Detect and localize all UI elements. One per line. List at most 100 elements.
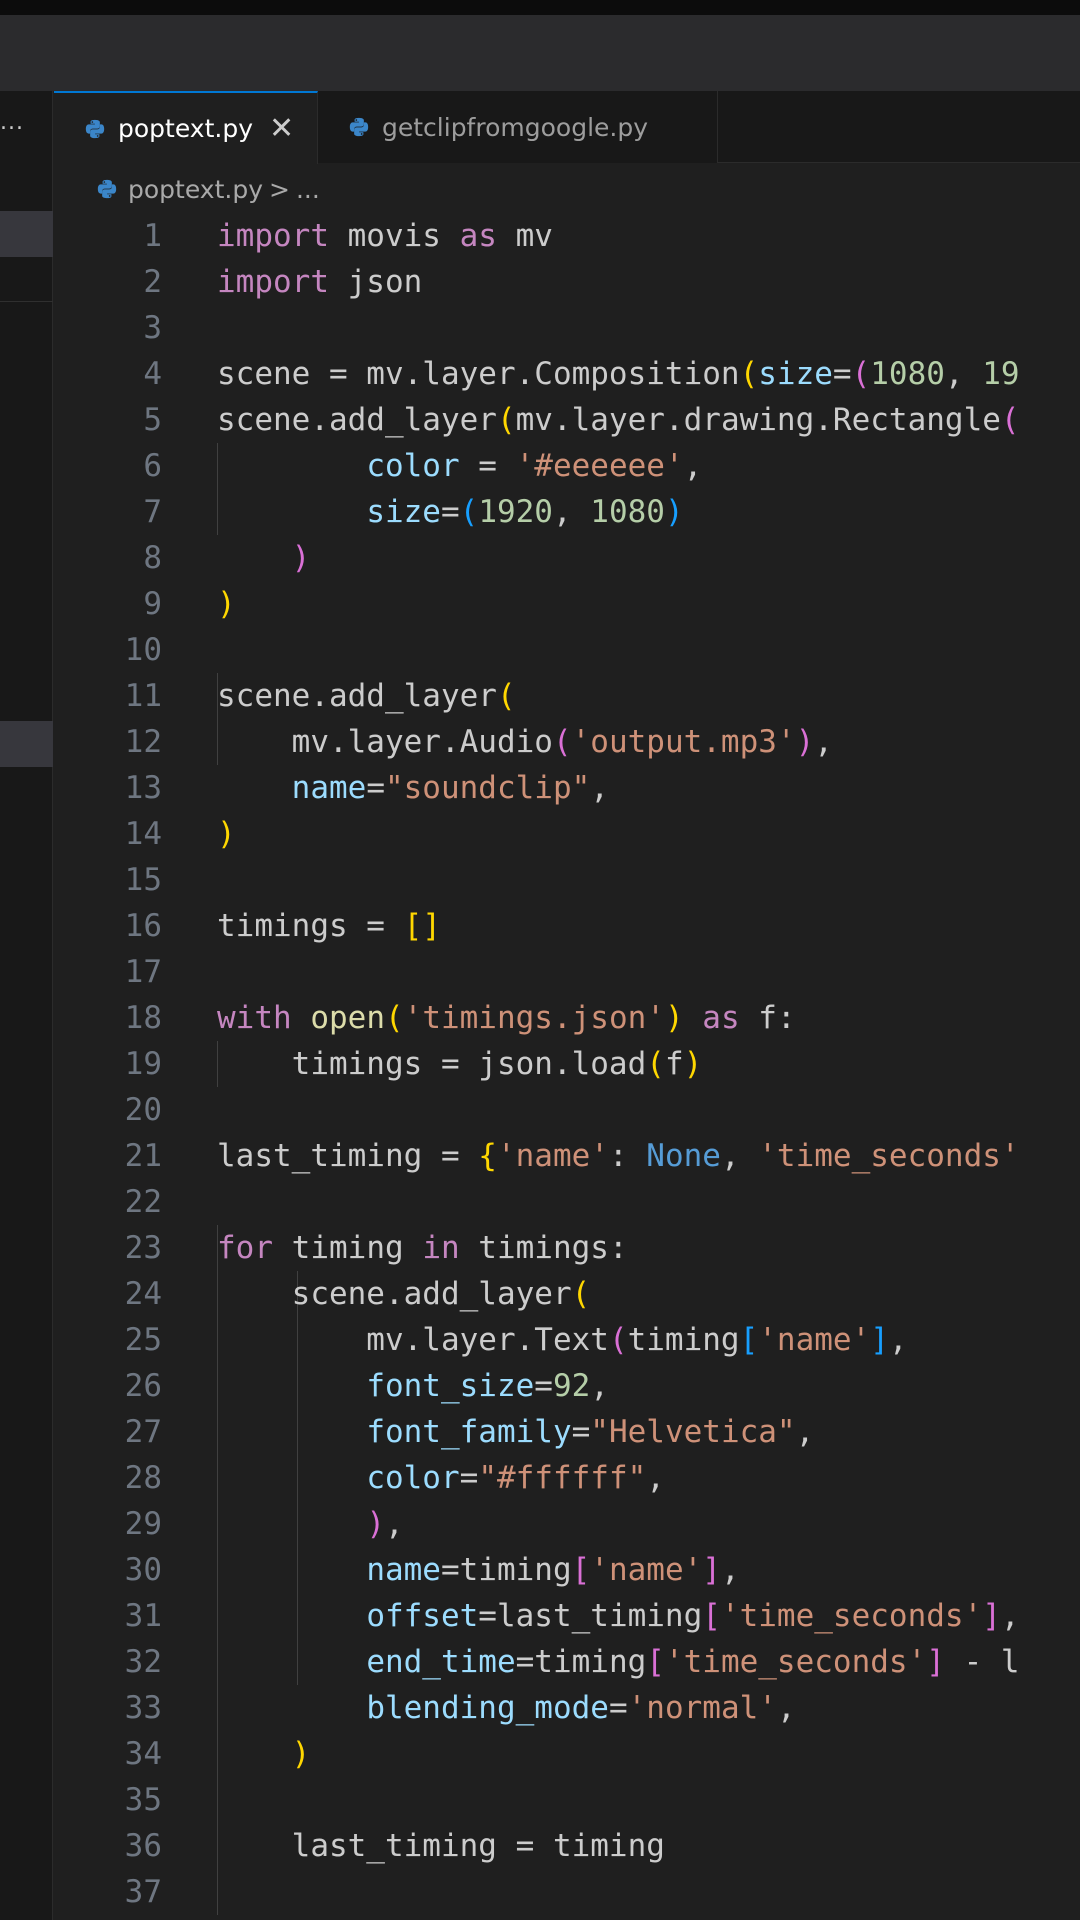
close-icon[interactable]: ✕ xyxy=(269,113,294,144)
code-line[interactable]: 18 with open('timings.json') as f: xyxy=(54,995,1080,1041)
code-text: mv.layer.Audio('output.mp3'), xyxy=(217,719,833,765)
code-token: ) xyxy=(664,494,684,530)
title-bar xyxy=(0,15,1080,91)
code-line[interactable]: 3 xyxy=(54,305,1080,351)
code-token: ( xyxy=(739,356,759,392)
code-token: ) xyxy=(217,816,236,852)
code-token: import xyxy=(217,218,329,254)
line-number: 16 xyxy=(124,908,162,944)
code-line[interactable]: 32 end_time=timing['time_seconds'] - l xyxy=(54,1639,1080,1685)
code-line[interactable]: 34 ) xyxy=(54,1731,1080,1777)
code-line[interactable]: 27 font_family="Helvetica", xyxy=(54,1409,1080,1455)
code-line[interactable]: 33 blending_mode='normal', xyxy=(54,1685,1080,1731)
code-line[interactable]: 36 last_timing = timing xyxy=(54,1823,1080,1869)
line-number: 15 xyxy=(124,862,162,898)
code-token: open xyxy=(310,1000,385,1036)
code-editor[interactable]: 1 import movis as mv 2 import json 3 4 scene =… xyxy=(54,213,1080,1920)
code-line[interactable]: 6 color = '#eeeeee', xyxy=(54,443,1080,489)
editor-tab-bar: poptext.py ✕ getclipfromgoogle.py xyxy=(54,91,1080,164)
code-line[interactable]: 15 xyxy=(54,857,1080,903)
code-token: font_family xyxy=(366,1414,572,1450)
code-line[interactable]: 4 scene = mv.layer.Composition(size=(1080… xyxy=(54,351,1080,397)
code-line[interactable]: 13 name="soundclip", xyxy=(54,765,1080,811)
code-line[interactable]: 29 ), xyxy=(54,1501,1080,1547)
code-line[interactable]: 16 timings = [] xyxy=(54,903,1080,949)
code-token: color xyxy=(366,448,460,484)
code-line[interactable]: 25 mv.layer.Text(timing['name'], xyxy=(54,1317,1080,1363)
line-number: 2 xyxy=(143,264,162,300)
code-token: ( xyxy=(608,1322,628,1358)
sidebar-selected-item[interactable] xyxy=(0,211,53,257)
code-text: ) xyxy=(217,581,236,627)
code-line[interactable]: 24 scene.add_layer( xyxy=(54,1271,1080,1317)
more-actions-icon[interactable]: ... xyxy=(0,112,23,134)
tab-poptext[interactable]: poptext.py ✕ xyxy=(54,91,318,164)
code-token: , xyxy=(590,1368,609,1404)
code-token: , xyxy=(590,770,609,806)
code-line[interactable]: 11 scene.add_layer( xyxy=(54,673,1080,719)
code-line[interactable]: 28 color="#ffffff", xyxy=(54,1455,1080,1501)
code-token: ( xyxy=(851,356,871,392)
code-line[interactable]: 12 mv.layer.Audio('output.mp3'), xyxy=(54,719,1080,765)
code-text: offset=last_timing['time_seconds'], xyxy=(217,1593,1019,1639)
code-token: 'name' xyxy=(590,1552,703,1588)
code-token: name xyxy=(366,1552,441,1588)
code-text: scene.add_layer( xyxy=(217,1271,591,1317)
code-token: =timing xyxy=(440,1552,572,1588)
code-line[interactable]: 35 xyxy=(54,1777,1080,1823)
line-number: 11 xyxy=(124,678,162,714)
line-number: 31 xyxy=(124,1598,162,1634)
code-line[interactable]: 1 import movis as mv xyxy=(54,213,1080,259)
line-number: 30 xyxy=(124,1552,162,1588)
code-line[interactable]: 10 xyxy=(54,627,1080,673)
code-token: "soundclip" xyxy=(384,770,591,806)
code-line[interactable]: 19 timings = json.load(f) xyxy=(54,1041,1080,1087)
code-token: mv xyxy=(496,218,553,254)
code-line[interactable]: 21 last_timing = {'name': None, 'time_sec… xyxy=(54,1133,1080,1179)
line-number: 37 xyxy=(124,1874,162,1910)
line-number: 24 xyxy=(124,1276,162,1312)
code-line[interactable]: 9) xyxy=(54,581,1080,627)
code-token: 'normal' xyxy=(627,1690,777,1726)
code-line[interactable]: 5 scene.add_layer(mv.layer.drawing.Rectan… xyxy=(54,397,1080,443)
code-line[interactable]: 8 ) xyxy=(54,535,1080,581)
code-line[interactable]: 2 import json xyxy=(54,259,1080,305)
code-token: last_timing = timing xyxy=(217,1828,665,1864)
explorer-sidebar: ... xyxy=(0,91,53,1920)
breadcrumb-symbols[interactable]: ... xyxy=(296,175,320,204)
code-token: timings = xyxy=(217,908,404,944)
code-token: 19 xyxy=(982,356,1020,392)
code-line[interactable]: 30 name=timing['name'], xyxy=(54,1547,1080,1593)
code-token: ( xyxy=(496,678,516,714)
code-line[interactable]: 14) xyxy=(54,811,1080,857)
code-line[interactable]: 31 offset=last_timing['time_seconds'], xyxy=(54,1593,1080,1639)
code-token: 1080 xyxy=(870,356,945,392)
line-number: 36 xyxy=(124,1828,162,1864)
code-line[interactable]: 37 xyxy=(54,1869,1080,1915)
line-number: 12 xyxy=(124,724,162,760)
code-token: [ xyxy=(646,1644,665,1680)
breadcrumb-file[interactable]: poptext.py xyxy=(128,175,263,204)
code-token: None xyxy=(646,1138,721,1174)
code-token: [ xyxy=(702,1598,721,1634)
code-line[interactable]: 23 for timing in timings: xyxy=(54,1225,1080,1271)
code-line[interactable]: 17 xyxy=(54,949,1080,995)
sidebar-hover-item[interactable] xyxy=(0,721,53,767)
code-token: 'time_seconds' xyxy=(664,1644,927,1680)
code-token: [ xyxy=(739,1322,759,1358)
code-line[interactable]: 20 xyxy=(54,1087,1080,1133)
code-token: ( xyxy=(496,402,516,438)
code-line[interactable]: 22 xyxy=(54,1179,1080,1225)
code-line[interactable]: 26 font_size=92, xyxy=(54,1363,1080,1409)
python-icon xyxy=(85,119,105,138)
tab-getclipfromgoogle[interactable]: getclipfromgoogle.py xyxy=(318,91,718,163)
code-token: ( xyxy=(459,494,479,530)
code-token: , xyxy=(776,1690,796,1726)
code-text: color = '#eeeeee', xyxy=(217,443,702,489)
code-line[interactable]: 7 size=(1920, 1080) xyxy=(54,489,1080,535)
